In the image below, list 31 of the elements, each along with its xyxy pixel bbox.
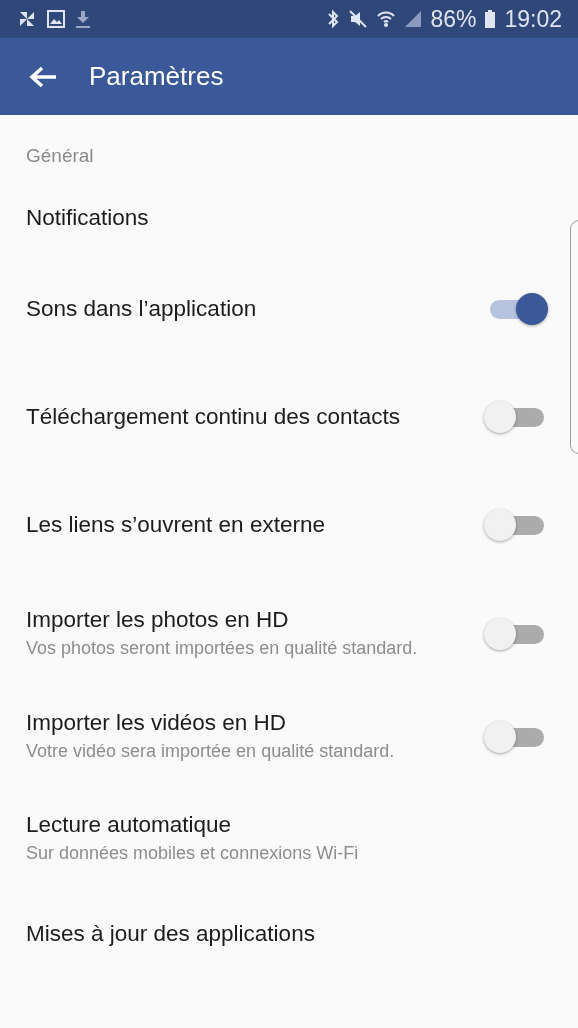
settings-item[interactable]: Les liens s’ouvrent en externe bbox=[0, 471, 578, 579]
download-icon bbox=[74, 9, 92, 29]
settings-item[interactable]: Lecture automatique Sur données mobiles et connexions Wi-Fi bbox=[0, 785, 578, 892]
settings-item[interactable]: Mises à jour des applications bbox=[0, 891, 578, 978]
settings-item[interactable]: Importer les vidéos en HD Votre vidéo sera importée en qualité standard. bbox=[0, 688, 578, 786]
setting-description: Vos photos seront importées en qualité standard. bbox=[26, 637, 419, 660]
battery-icon bbox=[484, 9, 497, 29]
screen-title: Paramètres bbox=[89, 61, 224, 92]
battery-level: 86% bbox=[430, 5, 477, 33]
setting-title: Importer les vidéos en HD bbox=[26, 710, 288, 737]
wifi-icon bbox=[376, 9, 397, 29]
signal-icon bbox=[404, 9, 423, 29]
setting-title: Sons dans l’application bbox=[26, 296, 258, 322]
mute-icon bbox=[348, 9, 369, 29]
setting-title: Importer les photos en HD bbox=[26, 607, 290, 633]
setting-title: Lecture automatique bbox=[26, 811, 233, 838]
setting-title: Notifications bbox=[26, 205, 150, 231]
back-icon[interactable] bbox=[28, 64, 58, 89]
settings-item[interactable]: Importer les photos en HD Vos photos seront importées en qualité standard. bbox=[0, 579, 578, 689]
setting-title: Téléchargement continu des contacts bbox=[26, 404, 401, 430]
settings-item[interactable]: Notifications bbox=[0, 181, 578, 255]
setting-title: Mises à jour des applications bbox=[26, 921, 316, 948]
image-icon bbox=[46, 9, 66, 29]
section-header: Général bbox=[25, 144, 95, 168]
setting-title: Les liens s’ouvrent en externe bbox=[26, 512, 326, 538]
setting-description: Sur données mobiles et connexions Wi-Fi bbox=[26, 841, 360, 865]
bluetooth-icon bbox=[326, 9, 341, 29]
settings-item[interactable]: Sons dans l’application bbox=[0, 255, 578, 363]
settings-item[interactable]: Téléchargement continu des contacts bbox=[0, 363, 578, 471]
setting-description: Votre vidéo sera importée en qualité standard. bbox=[26, 740, 396, 764]
clock: 19:02 bbox=[504, 5, 562, 33]
